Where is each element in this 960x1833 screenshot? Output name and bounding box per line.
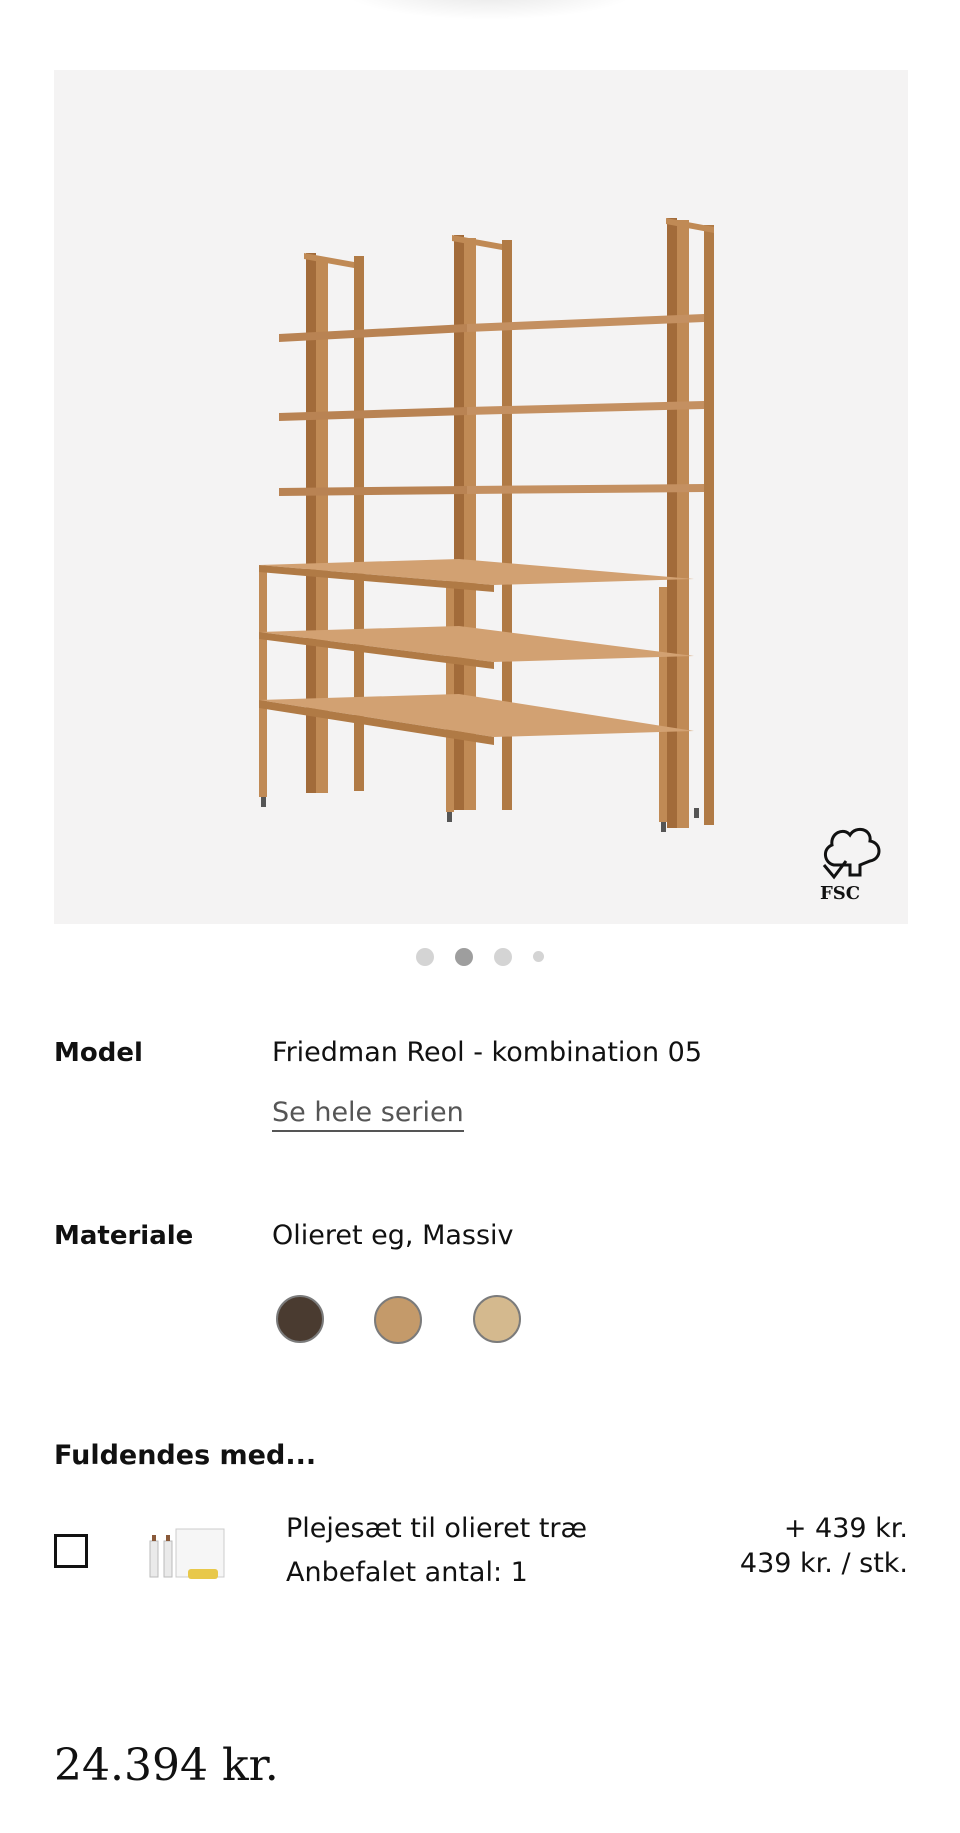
model-value: Friedman Reol - kombination 05 — [272, 1037, 702, 1068]
addon-unit-price: 439 kr. / stk. — [739, 1548, 908, 1579]
care-kit-image — [149, 1528, 225, 1579]
addon-name: Plejesæt til olieret træ — [286, 1513, 588, 1544]
see-series-link[interactable]: Se hele serien — [272, 1097, 464, 1132]
swatch-light-oak[interactable] — [473, 1295, 521, 1343]
material-label: Materiale — [54, 1221, 194, 1251]
gallery-pagination — [0, 946, 960, 966]
gallery-dot-3[interactable] — [494, 947, 513, 966]
model-label: Model — [54, 1038, 143, 1068]
fsc-label: FSC — [820, 883, 860, 904]
addon-price: + 439 kr. — [783, 1513, 908, 1544]
swatch-oiled-oak[interactable] — [374, 1296, 422, 1344]
addon-checkbox[interactable] — [54, 1534, 88, 1568]
total-price: 24.394 kr. — [54, 1740, 279, 1791]
gallery-dot-2[interactable] — [454, 947, 473, 966]
swatch-dark-oak[interactable] — [276, 1295, 324, 1343]
product-image-gallery[interactable]: FSC — [54, 70, 908, 924]
complete-with-title: Fuldendes med... — [54, 1440, 317, 1471]
gallery-dot-4[interactable] — [533, 951, 545, 962]
bookshelf-image — [259, 218, 714, 832]
addon-recommended: Anbefalet antal: 1 — [286, 1557, 528, 1588]
header-shadow — [340, 0, 640, 20]
fsc-logo-icon: FSC — [820, 827, 881, 904]
gallery-dot-1[interactable] — [415, 947, 434, 966]
material-value: Olieret eg, Massiv — [272, 1220, 514, 1251]
